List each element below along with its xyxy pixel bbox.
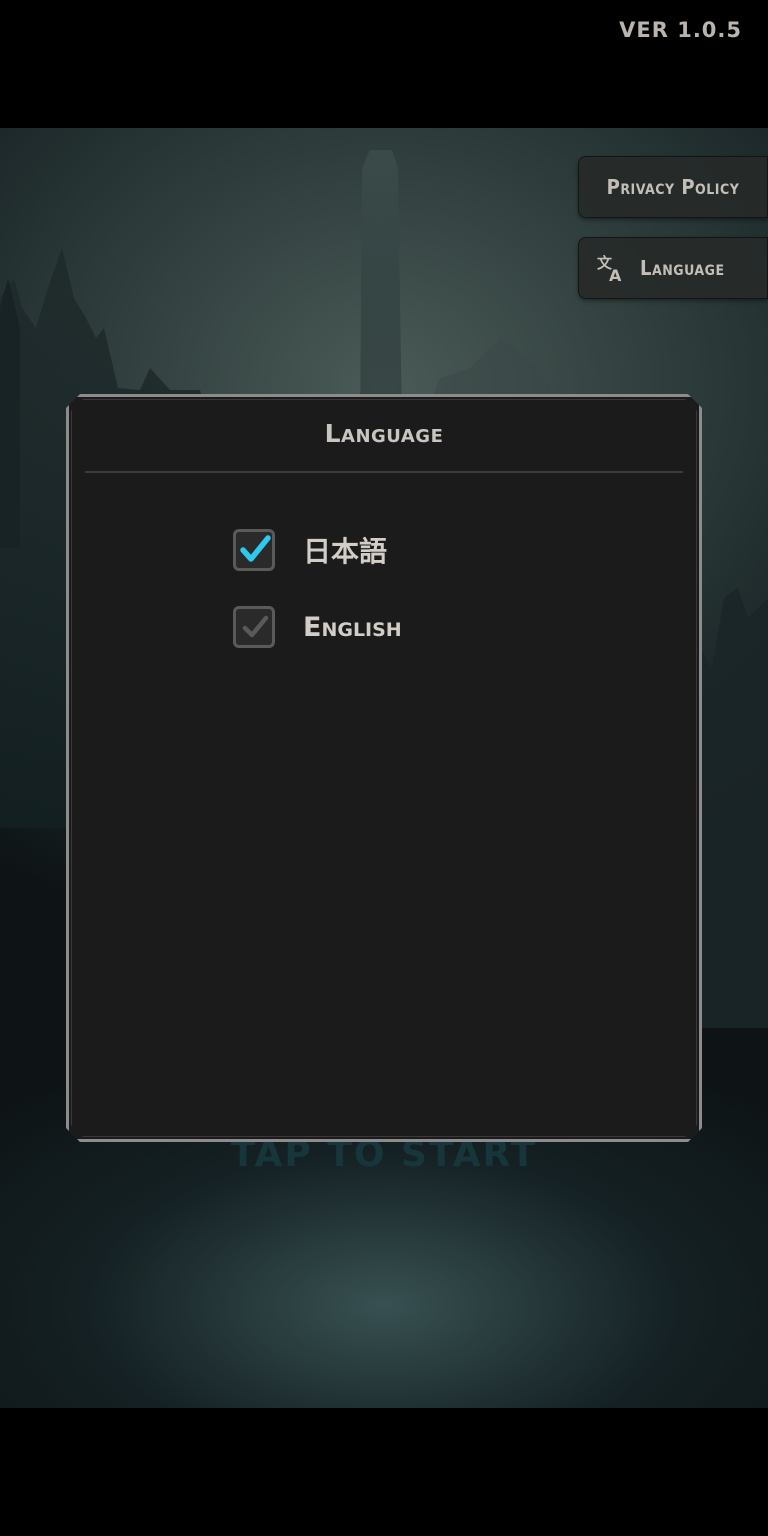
check-icon [238,610,272,644]
privacy-policy-button[interactable]: Privacy Policy [578,156,768,218]
privacy-policy-label: Privacy Policy [606,175,740,199]
language-option-label: English [303,611,402,643]
dialog-divider [85,471,683,473]
japanese-checkbox[interactable] [233,529,275,571]
language-option-japanese[interactable]: 日本語 [233,529,387,571]
screen: VER 1.0.5 Privacy Policy 文 A Language TA… [0,0,768,1536]
english-checkbox[interactable] [233,606,275,648]
check-icon [238,533,272,567]
svg-text:A: A [609,266,622,283]
language-button[interactable]: 文 A Language [578,237,768,299]
language-option-label: 日本語 [303,535,388,568]
language-dialog: Language 日本語 English [66,394,702,1142]
language-button-label: Language [640,256,725,280]
dialog-title: Language [324,419,444,448]
language-option-english[interactable]: English [233,606,402,648]
version-label: VER 1.0.5 [619,18,742,42]
translate-icon: 文 A [597,254,622,283]
dialog-inner-border [71,399,697,1137]
